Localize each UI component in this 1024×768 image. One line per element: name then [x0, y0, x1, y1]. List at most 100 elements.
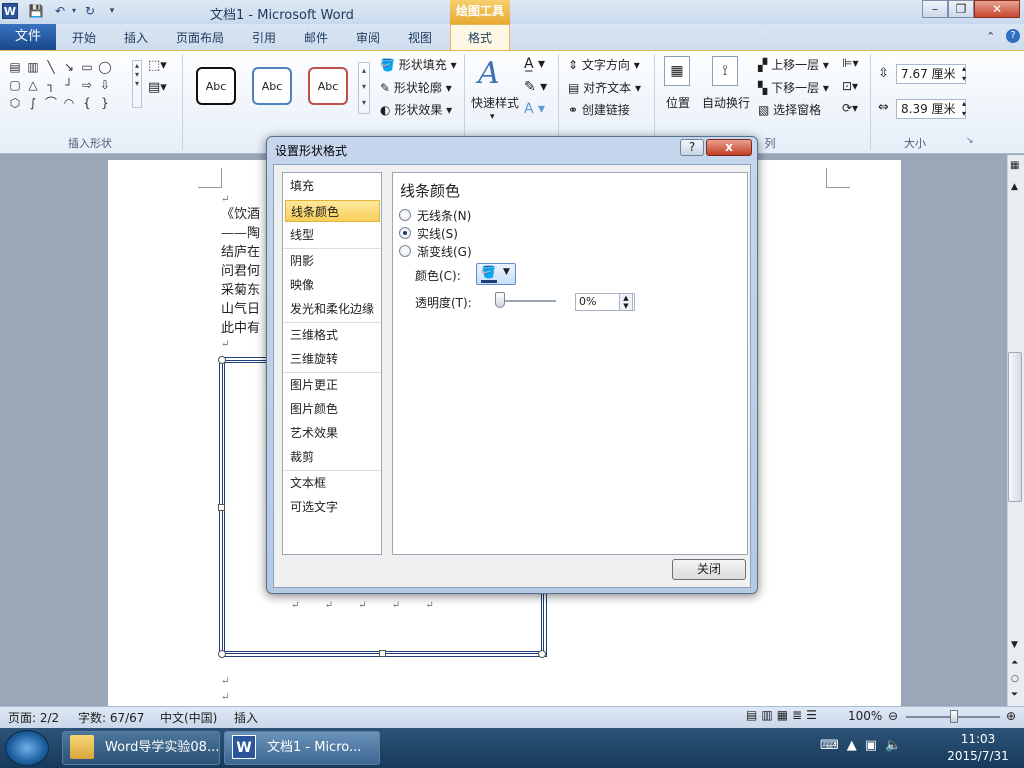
print-layout-icon[interactable]: ▤ — [746, 708, 761, 722]
nav-item-text-box[interactable]: 文本框 — [285, 472, 380, 494]
elbow-arrow-icon[interactable]: ┘ — [60, 76, 78, 94]
nav-item-glow[interactable]: 发光和柔化边缘 — [285, 298, 380, 320]
text-fill-icon[interactable]: A̲ ▾ — [524, 56, 545, 72]
outline-view-icon[interactable]: ≣ — [792, 708, 806, 722]
width-spinner[interactable]: ▴ ▾ — [962, 99, 966, 119]
vertical-textbox-icon[interactable]: ▥ — [24, 58, 42, 76]
shapes-gallery[interactable]: ▤ ▥ ╲ ↘ ▭ ◯ ▢ △ ┐ ┘ ⇨ ⇩ ⬡ ∫ ⌒ ◠{} — [6, 58, 132, 112]
arc-shape-icon[interactable]: ◠ — [60, 94, 78, 112]
view-buttons[interactable]: ▤▥▦≣☰ — [746, 708, 821, 722]
insert-mode[interactable]: 插入 — [234, 709, 258, 726]
create-link-button[interactable]: ⚭ 创建链接 — [568, 101, 630, 118]
draw-textbox-icon[interactable]: ▤▾ — [148, 80, 167, 95]
zoom-level[interactable]: 100% — [848, 709, 882, 723]
collapse-ribbon-icon[interactable]: ⌃ — [986, 30, 995, 43]
radio-no-line-label[interactable]: 无线条(N) — [417, 207, 471, 224]
textbox-shape-icon[interactable]: ▤ — [6, 58, 24, 76]
wrap-text-button[interactable]: 自动换行 — [702, 94, 750, 111]
page-count[interactable]: 页面: 2/2 — [8, 709, 59, 726]
shape-fill-button[interactable]: 🪣 形状填充 ▾ — [380, 56, 457, 73]
tab-insert[interactable]: 插入 — [124, 29, 148, 46]
nav-item-artistic-effects[interactable]: 艺术效果 — [285, 422, 380, 444]
next-page-icon[interactable]: ⏷ — [1011, 690, 1018, 700]
tab-page-layout[interactable]: 页面布局 — [176, 29, 224, 46]
curve-shape-icon[interactable]: ⌒ — [42, 94, 60, 112]
selection-pane-button[interactable]: ▧ 选择窗格 — [758, 101, 821, 118]
dialog-help-button[interactable]: ? — [680, 139, 704, 156]
align-icon[interactable]: ⊫▾ — [842, 56, 858, 70]
shape-outline-button[interactable]: ✎ 形状轮廓 ▾ — [380, 79, 452, 96]
tray-icons[interactable]: ⌨▲▣🔈 — [820, 738, 909, 753]
browse-object-icon[interactable]: ○ — [1011, 674, 1019, 684]
nav-item-3d-format[interactable]: 三维格式 — [285, 324, 380, 346]
customize-qat-icon[interactable]: ▾ — [104, 3, 120, 19]
clock[interactable]: 11:03 2015/7/31 — [938, 731, 1018, 765]
tab-references[interactable]: 引用 — [252, 29, 276, 46]
window-close-button[interactable]: ✕ — [974, 0, 1020, 18]
radio-no-line[interactable] — [399, 209, 411, 221]
web-layout-icon[interactable]: ▦ — [777, 708, 792, 722]
tab-file[interactable]: 文件 — [0, 24, 56, 50]
bring-forward-button[interactable]: ▞ 上移一层 ▾ — [758, 56, 829, 73]
width-input[interactable]: 8.39 厘米 — [896, 99, 966, 119]
wrap-text-icon[interactable]: ⟟ — [712, 56, 738, 86]
tray-expand-icon[interactable]: ▲ — [847, 738, 865, 753]
zoom-out-icon[interactable]: ⊖ — [888, 709, 898, 723]
help-icon[interactable]: ? — [1006, 29, 1020, 43]
nav-item-line-style[interactable]: 线型 — [285, 224, 380, 246]
radio-gradient-line-label[interactable]: 渐变线(G) — [417, 243, 472, 260]
arrow-line-icon[interactable]: ↘ — [60, 58, 78, 76]
triangle-shape-icon[interactable]: △ — [24, 76, 42, 94]
resize-handle[interactable] — [538, 650, 546, 658]
resize-handle[interactable] — [218, 356, 226, 364]
transparency-slider[interactable] — [496, 300, 556, 302]
dialog-close-x-button[interactable]: x — [706, 139, 752, 156]
nav-item-reflection[interactable]: 映像 — [285, 274, 380, 296]
scroll-up-icon[interactable]: ▲ — [1011, 182, 1018, 192]
tab-mailings[interactable]: 邮件 — [304, 29, 328, 46]
edit-shape-icon[interactable]: ⬚▾ — [148, 58, 167, 73]
radio-solid-line-label[interactable]: 实线(S) — [417, 225, 458, 242]
text-effects-icon[interactable]: A ▾ — [524, 101, 545, 117]
height-input[interactable]: 7.67 厘米 — [896, 64, 966, 84]
style-sample-red[interactable]: Abc — [308, 67, 348, 105]
scroll-thumb[interactable] — [1008, 352, 1022, 502]
zoom-in-icon[interactable]: ⊕ — [1006, 709, 1016, 723]
poem-text[interactable]: 《饮酒 ——陶 结庐在 问君何 采菊东 山气日 此中有 — [221, 205, 260, 338]
shape-effects-button[interactable]: ◐ 形状效果 ▾ — [380, 101, 452, 118]
nav-item-3d-rotation[interactable]: 三维旋转 — [285, 348, 380, 370]
wordart-icon[interactable]: A — [478, 56, 500, 91]
send-backward-button[interactable]: ▚ 下移一层 ▾ — [758, 79, 829, 96]
quick-styles-button[interactable]: 快速样式 — [471, 94, 519, 111]
tab-home[interactable]: 开始 — [72, 29, 96, 46]
rectangle-shape-icon[interactable]: ▭ — [78, 58, 96, 76]
tab-review[interactable]: 审阅 — [356, 29, 380, 46]
freeform-shape-icon[interactable]: ∫ — [24, 94, 42, 112]
rounded-rect-icon[interactable]: ▢ — [6, 76, 24, 94]
save-icon[interactable]: 💾 — [28, 3, 44, 19]
maximize-button[interactable]: ❐ — [948, 0, 974, 18]
radio-gradient-line[interactable] — [399, 245, 411, 257]
nav-item-fill[interactable]: 填充 — [285, 175, 380, 197]
language-indicator[interactable]: 中文(中国) — [160, 709, 217, 726]
network-icon[interactable]: ▣ — [865, 738, 885, 753]
minimize-button[interactable]: – — [922, 0, 948, 18]
transparency-slider-thumb[interactable] — [495, 292, 505, 308]
prev-page-icon[interactable]: ⏶ — [1011, 658, 1018, 668]
dialog-close-button[interactable]: 关闭 — [672, 559, 746, 580]
resize-handle[interactable] — [379, 650, 386, 657]
tab-format[interactable]: 格式 — [450, 24, 510, 51]
right-brace-icon[interactable]: } — [96, 94, 114, 112]
outline-color-picker[interactable]: 🪣 ▼ — [476, 263, 516, 285]
style-sample-blue[interactable]: Abc — [252, 67, 292, 105]
styles-more-button[interactable]: ▴ ▾ ▾ — [358, 62, 370, 114]
group-icon[interactable]: ⊡▾ — [842, 79, 858, 93]
scroll-down-icon[interactable]: ▼ — [1011, 640, 1018, 650]
word-count[interactable]: 字数: 67/67 — [78, 709, 144, 726]
draft-view-icon[interactable]: ☰ — [806, 708, 821, 722]
redo-icon[interactable]: ↻ — [82, 3, 98, 19]
position-button[interactable]: 位置 — [666, 94, 690, 111]
line-shape-icon[interactable]: ╲ — [42, 58, 60, 76]
radio-solid-line[interactable] — [399, 227, 411, 239]
resize-handle[interactable] — [218, 504, 225, 511]
